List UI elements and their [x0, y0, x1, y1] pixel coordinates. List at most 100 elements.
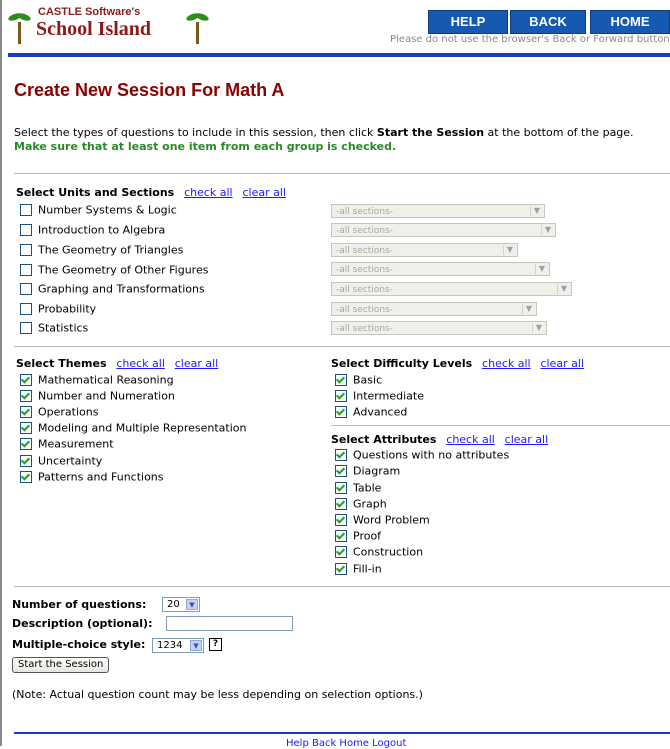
- chevron-down-icon[interactable]: ▼: [190, 640, 202, 651]
- difficulty-check-all-link[interactable]: check all: [482, 357, 531, 370]
- attributes-heading: Select Attributes check all clear all: [331, 433, 548, 446]
- unit-checkbox[interactable]: [20, 204, 32, 216]
- theme-checkbox[interactable]: [20, 455, 32, 467]
- attribute-row[interactable]: Diagram: [335, 464, 400, 480]
- theme-checkbox[interactable]: [20, 406, 32, 418]
- attribute-checkbox[interactable]: [335, 530, 347, 542]
- unit-row[interactable]: Number Systems & Logic: [20, 203, 177, 219]
- instructions-text: Select the types of questions to include…: [14, 126, 377, 139]
- theme-row[interactable]: Patterns and Functions: [20, 470, 164, 486]
- theme-checkbox[interactable]: [20, 438, 32, 450]
- mc-style-value: 1234: [157, 640, 183, 651]
- themes-clear-all-link[interactable]: clear all: [175, 357, 218, 370]
- divider: [331, 425, 670, 426]
- sections-select[interactable]: -all sections- ▼: [331, 282, 572, 296]
- divider: [14, 173, 670, 174]
- theme-row[interactable]: Uncertainty: [20, 454, 102, 470]
- theme-label: Measurement: [38, 437, 114, 451]
- attribute-label: Word Problem: [353, 513, 430, 527]
- unit-checkbox[interactable]: [20, 224, 32, 236]
- sections-select[interactable]: -all sections- ▼: [331, 243, 518, 257]
- theme-row[interactable]: Modeling and Multiple Representation: [20, 421, 246, 437]
- unit-checkbox[interactable]: [20, 303, 32, 315]
- sections-select[interactable]: -all sections- ▼: [331, 262, 550, 276]
- difficulty-clear-all-link[interactable]: clear all: [540, 357, 583, 370]
- window-frame: [0, 0, 2, 746]
- unit-label: The Geometry of Triangles: [38, 243, 184, 257]
- footer-links[interactable]: Help Back Home Logout: [286, 738, 406, 749]
- start-session-button[interactable]: Start the Session: [12, 657, 110, 673]
- back-button[interactable]: BACK: [510, 10, 586, 34]
- sections-select[interactable]: -all sections- ▼: [331, 223, 556, 237]
- theme-row[interactable]: Mathematical Reasoning: [20, 373, 174, 389]
- attribute-checkbox[interactable]: [335, 546, 347, 558]
- attribute-checkbox[interactable]: [335, 514, 347, 526]
- attribute-checkbox[interactable]: [335, 482, 347, 494]
- unit-checkbox[interactable]: [20, 244, 32, 256]
- themes-check-all-link[interactable]: check all: [116, 357, 165, 370]
- difficulty-checkbox[interactable]: [335, 374, 347, 386]
- unit-checkbox[interactable]: [20, 322, 32, 334]
- attribute-row[interactable]: Proof: [335, 529, 381, 545]
- instructions-warning: Make sure that at least one item from ea…: [14, 140, 397, 153]
- theme-checkbox[interactable]: [20, 471, 32, 483]
- unit-row[interactable]: Statistics: [20, 321, 88, 337]
- difficulty-row[interactable]: Basic: [335, 373, 382, 389]
- sections-select[interactable]: -all sections- ▼: [331, 302, 537, 316]
- sections-select[interactable]: -all sections- ▼: [331, 204, 545, 218]
- chevron-down-icon[interactable]: ▼: [186, 599, 198, 610]
- attribute-checkbox[interactable]: [335, 449, 347, 461]
- difficulty-checkbox[interactable]: [335, 406, 347, 418]
- unit-row[interactable]: The Geometry of Triangles: [20, 243, 183, 259]
- theme-label: Number and Numeration: [38, 389, 175, 403]
- theme-checkbox[interactable]: [20, 390, 32, 402]
- difficulty-row[interactable]: Intermediate: [335, 389, 424, 405]
- unit-row[interactable]: Introduction to Algebra: [20, 223, 165, 239]
- divider: [14, 346, 670, 347]
- unit-checkbox[interactable]: [20, 283, 32, 295]
- theme-label: Mathematical Reasoning: [38, 373, 174, 387]
- description-input[interactable]: [166, 616, 293, 631]
- attributes-clear-all-link[interactable]: clear all: [505, 433, 548, 446]
- sections-select[interactable]: -all sections- ▼: [331, 321, 547, 335]
- chevron-down-icon[interactable]: ▼: [541, 225, 554, 235]
- chevron-down-icon[interactable]: ▼: [530, 206, 543, 216]
- attribute-row[interactable]: Questions with no attributes: [335, 448, 509, 464]
- theme-row[interactable]: Measurement: [20, 437, 114, 453]
- theme-row[interactable]: Operations: [20, 405, 98, 421]
- unit-row[interactable]: Probability: [20, 302, 96, 318]
- units-check-all-link[interactable]: check all: [184, 186, 233, 199]
- unit-row[interactable]: The Geometry of Other Figures: [20, 263, 208, 279]
- mc-style-select[interactable]: 1234 ▼: [152, 638, 204, 653]
- attribute-checkbox[interactable]: [335, 498, 347, 510]
- help-button[interactable]: HELP: [428, 10, 508, 34]
- attribute-row[interactable]: Fill-in: [335, 562, 382, 578]
- attribute-row[interactable]: Graph: [335, 497, 387, 513]
- chevron-down-icon[interactable]: ▼: [532, 323, 545, 333]
- theme-row[interactable]: Number and Numeration: [20, 389, 175, 405]
- theme-checkbox[interactable]: [20, 374, 32, 386]
- question-count-note: (Note: Actual question count may be less…: [12, 688, 423, 701]
- unit-checkbox[interactable]: [20, 264, 32, 276]
- home-button[interactable]: HOME: [590, 10, 670, 34]
- num-questions-select[interactable]: 20 ▼: [162, 597, 200, 612]
- help-question-icon[interactable]: ?: [209, 638, 222, 651]
- units-clear-all-link[interactable]: clear all: [242, 186, 285, 199]
- attribute-row[interactable]: Construction: [335, 545, 423, 561]
- chevron-down-icon[interactable]: ▼: [535, 264, 548, 274]
- school-island-logo[interactable]: CASTLE Software's School Island: [7, 4, 210, 44]
- chevron-down-icon[interactable]: ▼: [557, 284, 570, 294]
- difficulty-checkbox[interactable]: [335, 390, 347, 402]
- attribute-checkbox[interactable]: [335, 563, 347, 575]
- attribute-checkbox[interactable]: [335, 465, 347, 477]
- themes-heading-text: Select Themes: [16, 357, 107, 370]
- chevron-down-icon[interactable]: ▼: [503, 245, 516, 255]
- chevron-down-icon[interactable]: ▼: [522, 304, 535, 314]
- unit-row[interactable]: Graphing and Transformations: [20, 282, 205, 298]
- attributes-check-all-link[interactable]: check all: [446, 433, 495, 446]
- difficulty-row[interactable]: Advanced: [335, 405, 407, 421]
- attribute-row[interactable]: Word Problem: [335, 513, 430, 529]
- attribute-row[interactable]: Table: [335, 481, 381, 497]
- attribute-label: Questions with no attributes: [353, 448, 510, 462]
- theme-checkbox[interactable]: [20, 422, 32, 434]
